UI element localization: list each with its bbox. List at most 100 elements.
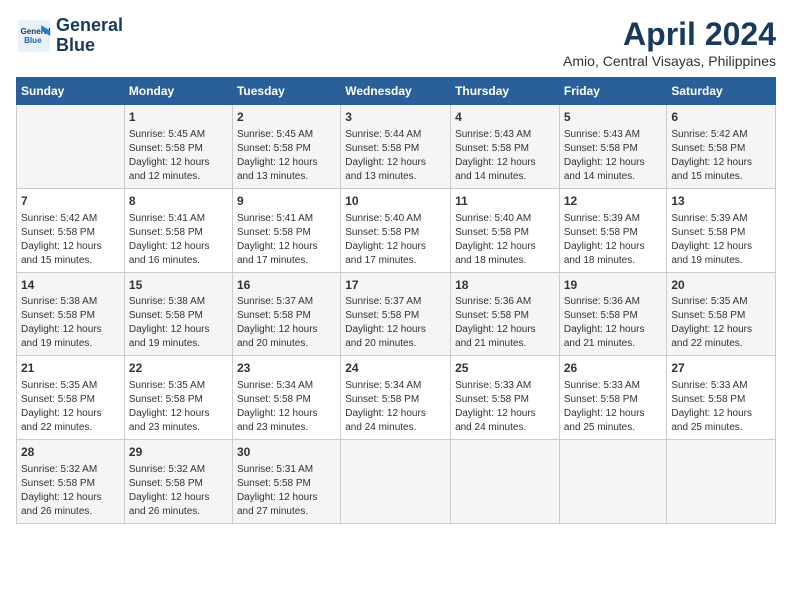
calendar-cell: 5 Sunrise: 5:43 AMSunset: 5:58 PMDaylight…: [559, 105, 667, 189]
calendar-cell: 11Sunrise: 5:40 AMSunset: 5:58 PMDayligh…: [451, 188, 560, 272]
day-number: 16: [237, 277, 336, 294]
day-number: 5: [564, 109, 663, 126]
cell-text-line: Sunset: 5:58 PM: [237, 393, 336, 407]
cell-text-line: and 20 minutes.: [237, 337, 336, 351]
cell-text-line: Daylight: 12 hours: [455, 156, 555, 170]
cell-text-line: Sunset: 5:58 PM: [237, 309, 336, 323]
cell-text-line: Sunrise: 5:44 AM: [345, 128, 446, 142]
cell-text-line: Sunrise: 5:39 AM: [671, 212, 771, 226]
day-number: 17: [345, 277, 446, 294]
col-header-tuesday: Tuesday: [232, 78, 340, 105]
calendar-cell: 2Sunrise: 5:45 AMSunset: 5:58 PMDaylight…: [232, 105, 340, 189]
cell-text-line: Sunrise: 5:33 AM: [671, 379, 771, 393]
cell-text-line: Daylight: 12 hours: [564, 156, 663, 170]
day-number: 19: [564, 277, 663, 294]
day-number: 22: [129, 360, 228, 377]
cell-text-line: Sunset: 5:58 PM: [129, 226, 228, 240]
week-row-5: 28Sunrise: 5:32 AMSunset: 5:58 PMDayligh…: [17, 440, 776, 524]
day-number: 27: [671, 360, 771, 377]
cell-text-line: Daylight: 12 hours: [455, 407, 555, 421]
calendar-cell: 21Sunrise: 5:35 AMSunset: 5:58 PMDayligh…: [17, 356, 125, 440]
week-row-2: 7Sunrise: 5:42 AMSunset: 5:58 PMDaylight…: [17, 188, 776, 272]
cell-text-line: and 15 minutes.: [671, 170, 771, 184]
cell-text-line: Daylight: 12 hours: [671, 323, 771, 337]
day-number: 7: [21, 193, 120, 210]
cell-text-line: Sunrise: 5:36 AM: [564, 295, 663, 309]
day-number: 6: [671, 109, 771, 126]
cell-text-line: Sunrise: 5:40 AM: [455, 212, 555, 226]
calendar-cell: [451, 440, 560, 524]
calendar-cell: [17, 105, 125, 189]
day-number: 25: [455, 360, 555, 377]
cell-text-line: Sunset: 5:58 PM: [237, 226, 336, 240]
cell-text-line: Sunrise: 5:40 AM: [345, 212, 446, 226]
day-number: 13: [671, 193, 771, 210]
day-number: 18: [455, 277, 555, 294]
calendar-cell: 1Sunrise: 5:45 AMSunset: 5:58 PMDaylight…: [124, 105, 232, 189]
cell-text-line: Daylight: 12 hours: [129, 407, 228, 421]
cell-text-line: Sunrise: 5:35 AM: [671, 295, 771, 309]
logo-text-line1: General: [56, 16, 123, 36]
cell-text-line: and 19 minutes.: [671, 254, 771, 268]
cell-text-line: Sunset: 5:58 PM: [671, 226, 771, 240]
cell-text-line: Sunset: 5:58 PM: [671, 142, 771, 156]
calendar-cell: 9Sunrise: 5:41 AMSunset: 5:58 PMDaylight…: [232, 188, 340, 272]
cell-text-line: Sunset: 5:58 PM: [21, 226, 120, 240]
cell-text-line: and 25 minutes.: [564, 421, 663, 435]
cell-text-line: Daylight: 12 hours: [237, 407, 336, 421]
header-row: SundayMondayTuesdayWednesdayThursdayFrid…: [17, 78, 776, 105]
calendar-cell: 23Sunrise: 5:34 AMSunset: 5:58 PMDayligh…: [232, 356, 340, 440]
cell-text-line: Sunset: 5:58 PM: [564, 142, 663, 156]
cell-text-line: and 17 minutes.: [345, 254, 446, 268]
week-row-4: 21Sunrise: 5:35 AMSunset: 5:58 PMDayligh…: [17, 356, 776, 440]
day-number: 2: [237, 109, 336, 126]
cell-text-line: Sunset: 5:58 PM: [21, 393, 120, 407]
cell-text-line: Daylight: 12 hours: [345, 156, 446, 170]
cell-text-line: Sunset: 5:58 PM: [345, 226, 446, 240]
day-number: 20: [671, 277, 771, 294]
cell-text-line: Sunrise: 5:43 AM: [564, 128, 663, 142]
cell-text-line: Sunrise: 5:37 AM: [345, 295, 446, 309]
cell-text-line: Sunrise: 5:38 AM: [21, 295, 120, 309]
cell-text-line: Sunset: 5:58 PM: [237, 477, 336, 491]
day-number: 4: [455, 109, 555, 126]
calendar-cell: 30Sunrise: 5:31 AMSunset: 5:58 PMDayligh…: [232, 440, 340, 524]
calendar-cell: 4Sunrise: 5:43 AMSunset: 5:58 PMDaylight…: [451, 105, 560, 189]
cell-text-line: Sunrise: 5:37 AM: [237, 295, 336, 309]
calendar-cell: 24Sunrise: 5:34 AMSunset: 5:58 PMDayligh…: [341, 356, 451, 440]
cell-text-line: Sunrise: 5:33 AM: [455, 379, 555, 393]
cell-text-line: Sunrise: 5:35 AM: [21, 379, 120, 393]
day-number: 10: [345, 193, 446, 210]
cell-text-line: Daylight: 12 hours: [671, 407, 771, 421]
day-number: 24: [345, 360, 446, 377]
calendar-cell: 17Sunrise: 5:37 AMSunset: 5:58 PMDayligh…: [341, 272, 451, 356]
col-header-friday: Friday: [559, 78, 667, 105]
day-number: 28: [21, 444, 120, 461]
cell-text-line: and 13 minutes.: [237, 170, 336, 184]
cell-text-line: Daylight: 12 hours: [345, 240, 446, 254]
calendar-cell: 12Sunrise: 5:39 AMSunset: 5:58 PMDayligh…: [559, 188, 667, 272]
col-header-saturday: Saturday: [667, 78, 776, 105]
cell-text-line: Sunset: 5:58 PM: [129, 477, 228, 491]
calendar-table: SundayMondayTuesdayWednesdayThursdayFrid…: [16, 77, 776, 524]
cell-text-line: Daylight: 12 hours: [237, 240, 336, 254]
week-row-1: 1Sunrise: 5:45 AMSunset: 5:58 PMDaylight…: [17, 105, 776, 189]
cell-text-line: and 16 minutes.: [129, 254, 228, 268]
cell-text-line: Sunset: 5:58 PM: [564, 309, 663, 323]
cell-text-line: Sunset: 5:58 PM: [455, 226, 555, 240]
calendar-cell: 8Sunrise: 5:41 AMSunset: 5:58 PMDaylight…: [124, 188, 232, 272]
cell-text-line: Sunset: 5:58 PM: [129, 142, 228, 156]
cell-text-line: Sunrise: 5:32 AM: [129, 463, 228, 477]
cell-text-line: Sunrise: 5:43 AM: [455, 128, 555, 142]
cell-text-line: and 19 minutes.: [129, 337, 228, 351]
cell-text-line: Sunset: 5:58 PM: [455, 309, 555, 323]
header: General Blue General Blue April 2024 Ami…: [16, 16, 776, 69]
calendar-cell: 15Sunrise: 5:38 AMSunset: 5:58 PMDayligh…: [124, 272, 232, 356]
cell-text-line: Sunset: 5:58 PM: [564, 393, 663, 407]
cell-text-line: Sunset: 5:58 PM: [345, 309, 446, 323]
svg-text:Blue: Blue: [24, 36, 42, 45]
cell-text-line: and 24 minutes.: [455, 421, 555, 435]
day-number: 21: [21, 360, 120, 377]
cell-text-line: Sunrise: 5:34 AM: [237, 379, 336, 393]
cell-text-line: Daylight: 12 hours: [129, 156, 228, 170]
